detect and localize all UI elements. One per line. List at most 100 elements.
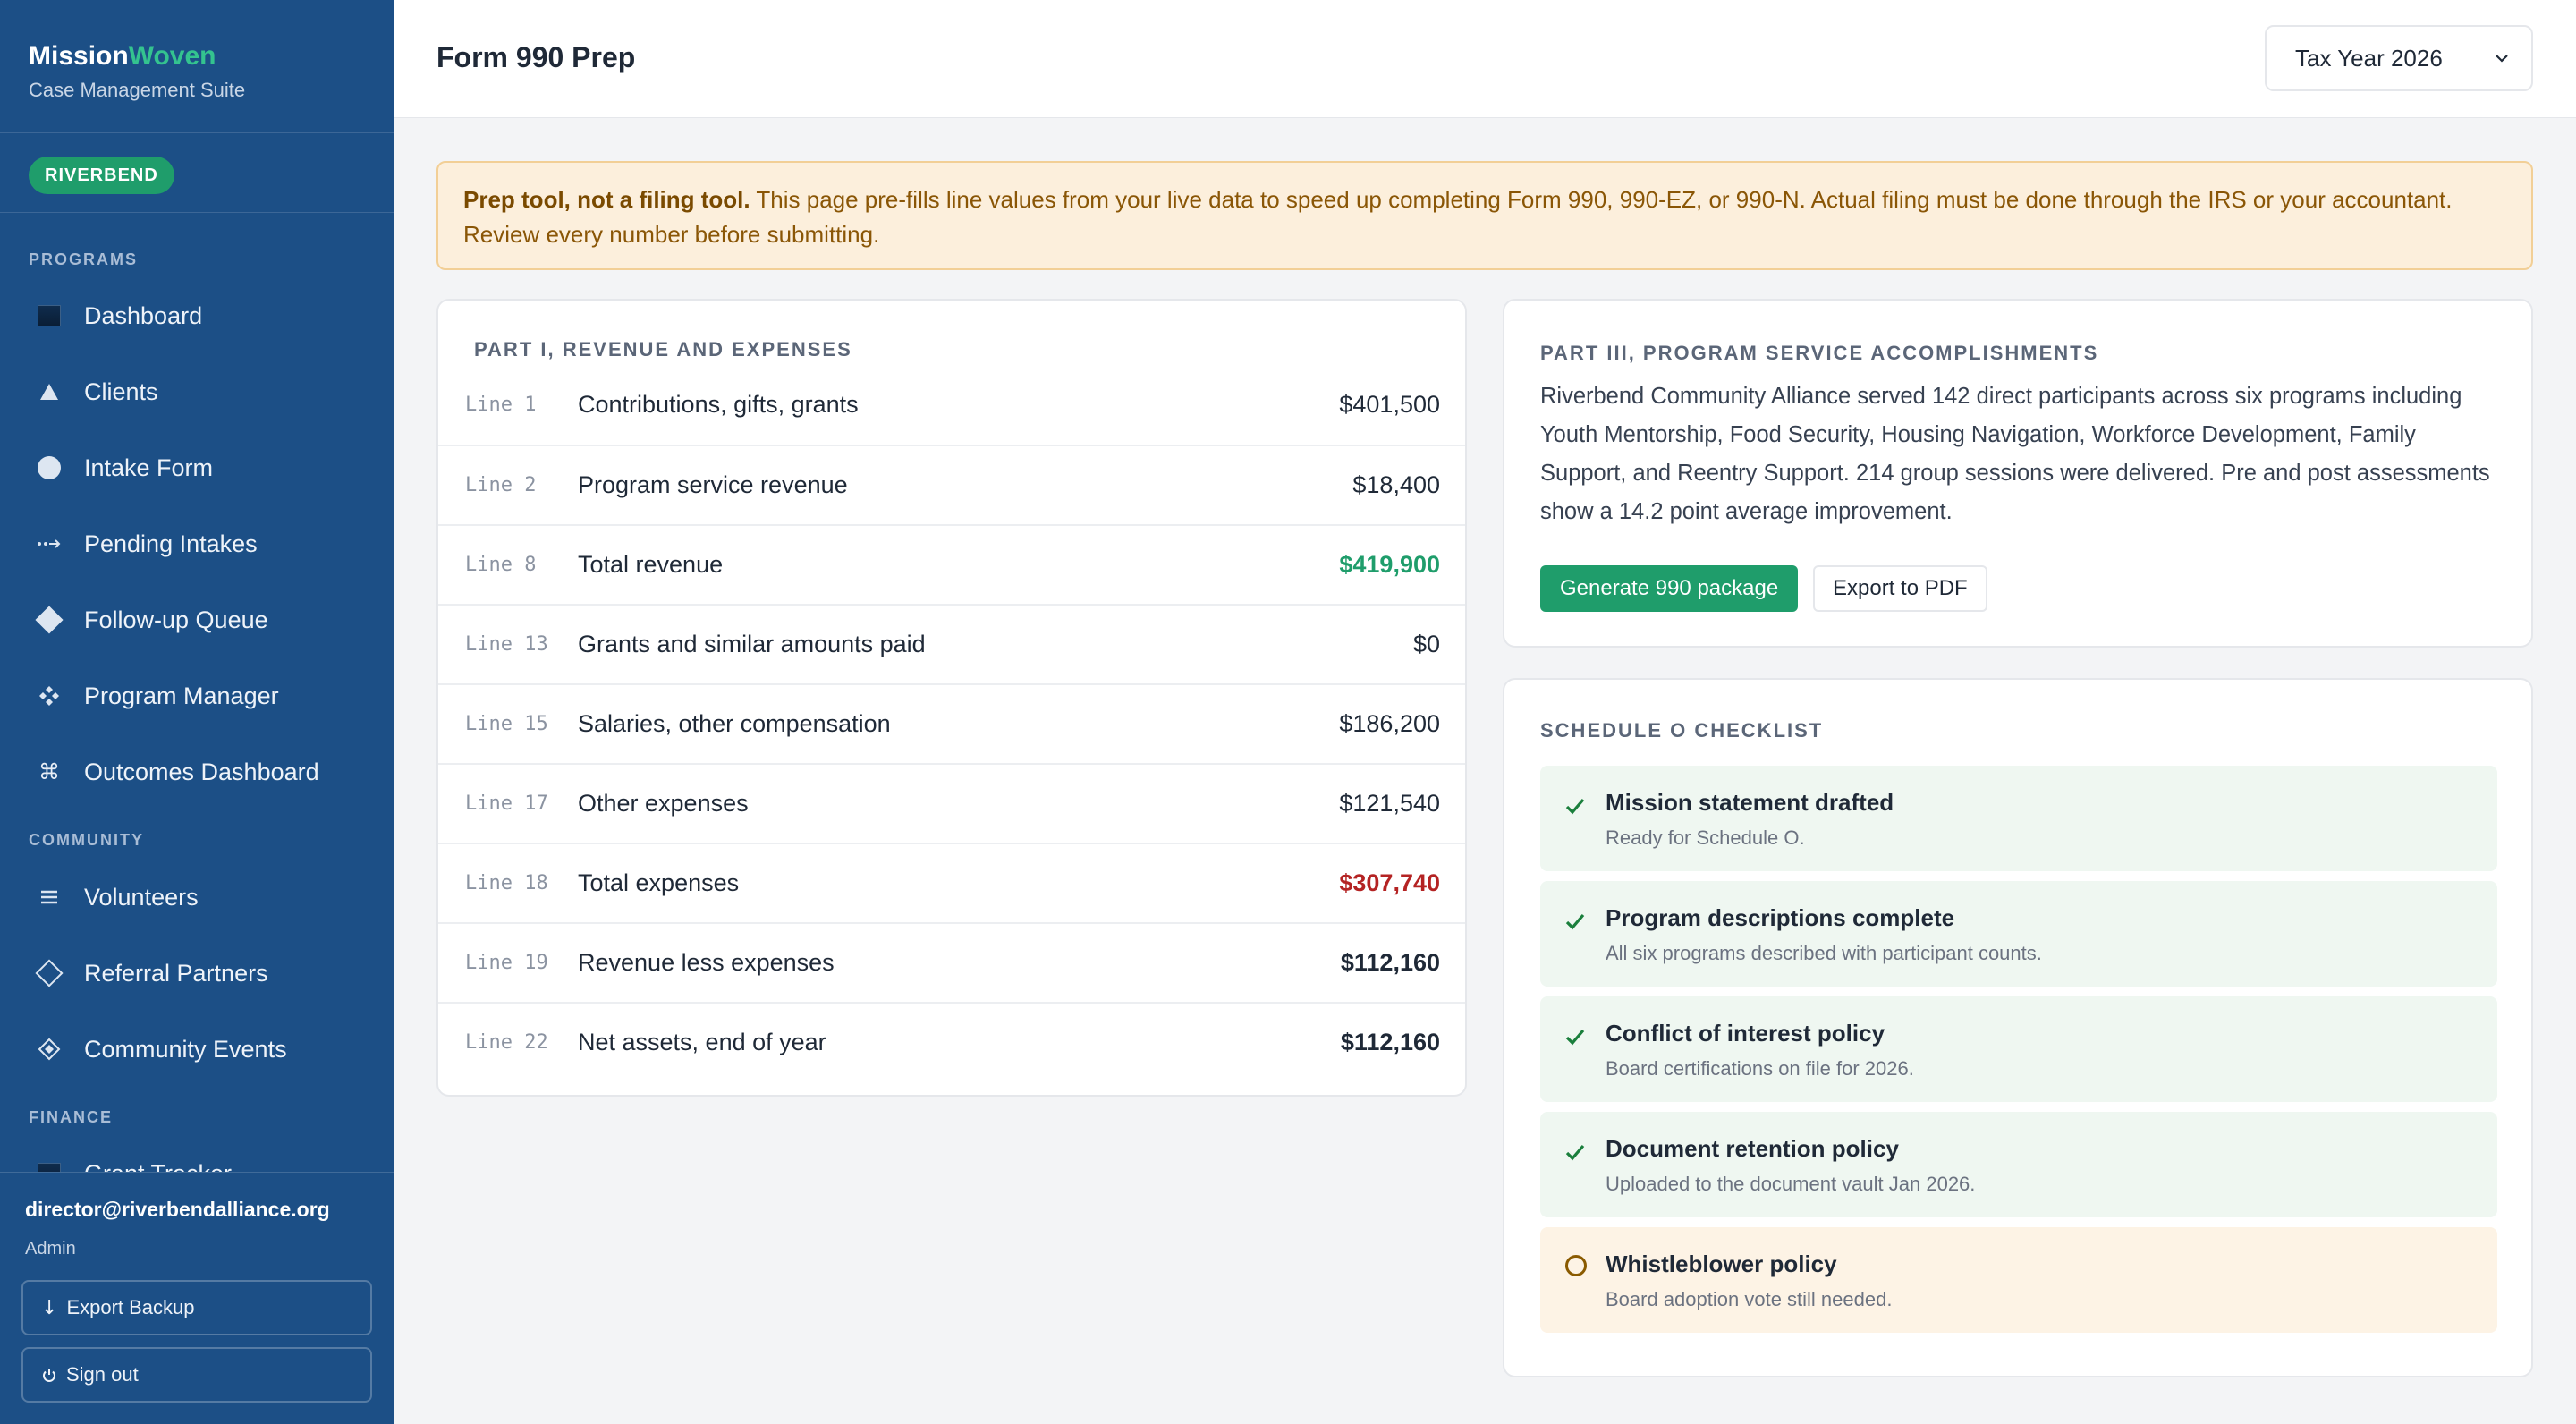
sidebar-item-label: Volunteers	[84, 883, 199, 911]
diamond-dot-icon	[34, 1034, 64, 1064]
line-description: Other expenses	[578, 790, 749, 817]
card-title: PART III, PROGRAM SERVICE ACCOMPLISHMENT…	[1540, 342, 2099, 364]
chevron-down-icon	[2496, 55, 2508, 63]
sidebar: MissionWoven Case Management Suite RIVER…	[0, 0, 394, 1424]
table-row: Line 8 Total revenue $419,900	[438, 524, 1465, 604]
table-row: Line 19 Revenue less expenses $112,160	[438, 922, 1465, 1002]
sidebar-item-label: Clients	[84, 377, 158, 405]
line-number: Line 8	[465, 554, 537, 576]
sidebar-item-referral-partners[interactable]: Referral Partners	[0, 945, 394, 1001]
section-label-finance: FINANCE	[29, 1108, 113, 1126]
line-description: Total revenue	[578, 551, 724, 578]
program-accomplishments-text: Riverbend Community Alliance served 142 …	[1540, 384, 2490, 524]
line-description: Revenue less expenses	[578, 949, 835, 976]
card-title: SCHEDULE O CHECKLIST	[1540, 719, 1824, 742]
dotted-arrow-icon	[34, 529, 64, 559]
sidebar-item-pending-intakes[interactable]: Pending Intakes	[0, 516, 394, 572]
schedule-o-checklist-card: SCHEDULE O CHECKLIST Mission statement d…	[1503, 678, 2533, 1377]
checklist-item-subtitle: Board certifications on file for 2026.	[1606, 1057, 1914, 1080]
sidebar-item-label: Referral Partners	[84, 959, 268, 987]
line-number: Line 18	[465, 872, 548, 894]
menu-lines-icon	[34, 882, 64, 912]
line-value: $186,200	[1339, 710, 1440, 737]
part1-revenue-card: PART I, REVENUE AND EXPENSES Line 1 Contr…	[436, 299, 1467, 1097]
table-row: Line 22 Net assets, end of year $112,160	[438, 1002, 1465, 1081]
sidebar-item-intake-form[interactable]: Intake Form	[0, 440, 394, 496]
brand-name-main: Mission	[29, 41, 129, 71]
line-value: $112,160	[1340, 1029, 1440, 1055]
line-description: Total expenses	[578, 869, 740, 896]
sidebar-item-label: Outcomes Dashboard	[84, 758, 319, 785]
top-bar: Form 990 Prep Tax Year 2026	[394, 0, 2576, 118]
tax-year-value: Tax Year 2026	[2295, 44, 2443, 72]
sidebar-item-program-manager[interactable]: Program Manager	[0, 668, 394, 724]
sidebar-item-community-events[interactable]: Community Events	[0, 1021, 394, 1077]
checklist-item-title: Program descriptions complete	[1606, 904, 1955, 931]
power-icon	[41, 1363, 57, 1386]
table-row: Line 13 Grants and similar amounts paid $0	[438, 604, 1465, 683]
sign-out-button[interactable]: Sign out	[21, 1347, 372, 1403]
export-to-pdf-button[interactable]: Export to PDF	[1813, 565, 1987, 612]
user-email: director@riverbendalliance.org	[25, 1198, 330, 1221]
checklist-item-subtitle: All six programs described with particip…	[1606, 942, 2042, 964]
pending-circle-icon	[1565, 1255, 1587, 1276]
checklist-item-title: Document retention policy	[1606, 1135, 1899, 1162]
line-description: Grants and similar amounts paid	[578, 631, 926, 657]
line-number: Line 13	[465, 633, 548, 656]
line-number: Line 15	[465, 713, 548, 735]
org-badge[interactable]: RIVERBEND	[29, 157, 174, 194]
checklist-item-pending: Whistleblower policy Board adoption vote…	[1540, 1227, 2497, 1333]
checklist-item-subtitle: Ready for Schedule O.	[1606, 826, 1805, 849]
brand: MissionWoven Case Management Suite	[29, 39, 245, 102]
line-description: Net assets, end of year	[578, 1029, 826, 1055]
triangle-icon	[34, 377, 64, 407]
sidebar-item-label: Pending Intakes	[84, 530, 258, 557]
download-arrow-icon: ↓	[41, 1296, 58, 1319]
sidebar-item-volunteers[interactable]: Volunteers	[0, 869, 394, 925]
sign-out-label: Sign out	[66, 1363, 139, 1386]
checklist-item-subtitle: Uploaded to the document vault Jan 2026.	[1606, 1173, 1976, 1195]
notice-text: This page pre-fills line values from you…	[463, 186, 2453, 248]
checkmark-icon	[1565, 1144, 1585, 1161]
dashboard-icon	[34, 301, 64, 331]
sidebar-item-clients[interactable]: Clients	[0, 364, 394, 420]
export-backup-button[interactable]: ↓ Export Backup	[21, 1280, 372, 1335]
tax-year-select[interactable]: Tax Year 2026	[2265, 25, 2533, 91]
checklist-item: Document retention policy Uploaded to th…	[1540, 1112, 2497, 1217]
diamond-outline-icon	[34, 958, 64, 988]
part3-program-card: PART III, PROGRAM SERVICE ACCOMPLISHMENT…	[1503, 299, 2533, 648]
sidebar-divider	[0, 132, 394, 133]
section-label-community: COMMUNITY	[29, 831, 144, 849]
command-icon: ⌘	[38, 759, 60, 784]
line-number: Line 2	[465, 474, 537, 496]
table-row: Line 18 Total expenses $307,740	[438, 843, 1465, 922]
line-value: $121,540	[1339, 790, 1440, 817]
checklist-item-title: Mission statement drafted	[1606, 789, 1894, 816]
line-value: $307,740	[1339, 869, 1440, 896]
section-label-programs: PROGRAMS	[29, 250, 139, 268]
sidebar-item-dashboard[interactable]: Dashboard	[0, 288, 394, 343]
diamond-icon	[34, 605, 64, 635]
line-value: $419,900	[1339, 551, 1440, 578]
sidebar-footer: director@riverbendalliance.org Admin ↓ E…	[0, 1172, 394, 1424]
checkmark-icon	[1565, 798, 1585, 815]
line-number: Line 17	[465, 793, 548, 815]
sidebar-item-label: Program Manager	[84, 682, 279, 709]
brand-subtitle: Case Management Suite	[29, 79, 246, 101]
line-description: Program service revenue	[578, 471, 848, 498]
line-value: $18,400	[1352, 471, 1440, 498]
circle-icon	[34, 453, 64, 483]
sidebar-item-follow-up-queue[interactable]: Follow-up Queue	[0, 592, 394, 648]
checklist-item: Mission statement drafted Ready for Sche…	[1540, 766, 2497, 871]
table-row: Line 17 Other expenses $121,540	[438, 763, 1465, 843]
sidebar-item-label: Follow-up Queue	[84, 606, 268, 633]
checklist-item-title: Conflict of interest policy	[1606, 1020, 1885, 1047]
sidebar-item-label: Dashboard	[84, 301, 203, 329]
checklist-item: Program descriptions complete All six pr…	[1540, 881, 2497, 987]
sidebar-item-outcomes-dashboard[interactable]: ⌘ Outcomes Dashboard	[0, 744, 394, 800]
line-number: Line 1	[465, 394, 537, 416]
four-diamond-icon	[34, 681, 64, 711]
notice-bold: Prep tool, not a filing tool.	[463, 186, 750, 213]
line-value: $112,160	[1340, 949, 1440, 976]
generate-990-package-button[interactable]: Generate 990 package	[1540, 565, 1799, 612]
